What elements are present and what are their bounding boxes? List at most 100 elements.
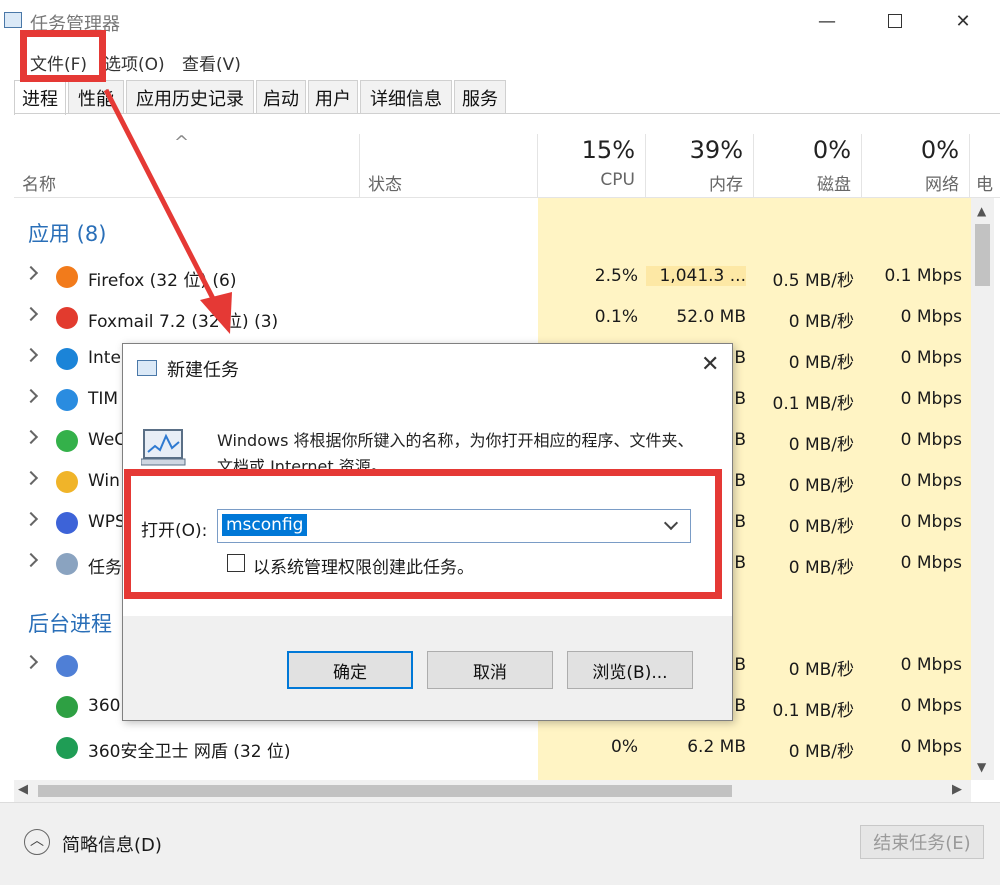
scroll-left-icon[interactable]: ◀ <box>18 782 28 797</box>
cell-net: 0.1 Mbps <box>884 266 962 286</box>
process-name: WPS <box>88 512 126 532</box>
process-name: 360 <box>88 696 121 716</box>
ok-button[interactable]: 确定 <box>287 651 413 689</box>
tab-performance[interactable]: 性能 <box>68 80 124 114</box>
process-name: 360安全卫士 网盾 (32 位) <box>88 742 291 762</box>
cell-disk: 0 MB/秒 <box>788 660 854 680</box>
process-row[interactable]: 360安全卫士 网盾 (32 位) 0% 6.2 MB 0 MB/秒 0 Mbps <box>14 727 971 768</box>
process-row[interactable]: Firefox (32 位) (6) 2.5% 1,041.3 ... 0.5 MB/… <box>14 256 971 297</box>
menu-view[interactable]: 查看(V) <box>182 50 241 75</box>
expand-chevron-icon[interactable] <box>23 388 39 404</box>
tab-divider <box>14 113 1000 114</box>
header-memory[interactable]: 39% 内存 <box>646 134 754 198</box>
cell-net: 0 Mbps <box>900 512 962 532</box>
process-name: Foxmail 7.2 (32 位) (3) <box>88 312 279 332</box>
process-row[interactable]: Foxmail 7.2 (32 位) (3) 0.1% 52.0 MB 0 MB/秒 0… <box>14 297 971 338</box>
header-disk-pct: 0% <box>812 136 851 164</box>
cell-disk: 0 MB/秒 <box>788 476 854 496</box>
header-net-pct: 0% <box>920 136 959 164</box>
maximize-button[interactable] <box>880 8 910 34</box>
expand-chevron-icon[interactable] <box>23 306 39 322</box>
process-name: Inte <box>88 348 121 368</box>
expand-chevron-icon[interactable] <box>23 552 39 568</box>
header-disk[interactable]: 0% 磁盘 <box>754 134 862 198</box>
header-power-label: 电 <box>976 175 993 195</box>
tab-processes[interactable]: 进程 <box>14 80 66 115</box>
cell-net: 0 Mbps <box>900 430 962 450</box>
tab-details[interactable]: 详细信息 <box>360 80 452 114</box>
cell-disk: 0 MB/秒 <box>788 435 854 455</box>
cell-disk: 0.1 MB/秒 <box>772 701 855 721</box>
summary-toggle[interactable]: 简略信息(D) <box>62 831 162 857</box>
expand-chevron-icon[interactable] <box>23 511 39 527</box>
cell-net: 0 Mbps <box>900 696 962 716</box>
process-name: Firefox (32 位) (6) <box>88 271 237 291</box>
cell-disk: 0 MB/秒 <box>788 517 854 537</box>
wechat-icon <box>56 430 78 452</box>
expand-chevron-icon[interactable] <box>23 347 39 363</box>
header-cpu-pct: 15% <box>581 136 635 164</box>
cell-net: 0 Mbps <box>900 471 962 491</box>
tab-services[interactable]: 服务 <box>454 80 506 114</box>
cell-net: 0 Mbps <box>900 553 962 573</box>
dialog-close-icon[interactable]: ✕ <box>701 352 719 377</box>
scroll-thumb[interactable] <box>975 224 990 286</box>
scroll-right-icon[interactable]: ▶ <box>952 782 962 797</box>
browse-button[interactable]: 浏览(B)... <box>567 651 693 689</box>
cancel-button[interactable]: 取消 <box>427 651 553 689</box>
scroll-down-icon[interactable]: ▼ <box>977 760 986 774</box>
cell-mem: 6.2 MB <box>687 737 746 757</box>
hscroll-thumb[interactable] <box>38 785 732 797</box>
firefox-icon <box>56 266 78 288</box>
menu-bar: 文件(F) 选项(O) 查看(V) <box>0 44 1000 76</box>
cell-mem: 1,041.3 ... <box>646 266 746 286</box>
taskmgr-icon <box>56 553 78 575</box>
close-button[interactable]: ✕ <box>948 8 978 34</box>
annotation-highlight-open-field <box>124 469 722 599</box>
tab-startup[interactable]: 启动 <box>256 80 306 114</box>
header-cpu-label: CPU <box>600 170 635 190</box>
header-name[interactable]: ^ 名称 <box>14 132 360 198</box>
ie-icon <box>56 348 78 370</box>
cell-disk: 0.1 MB/秒 <box>772 394 855 414</box>
cell-net: 0 Mbps <box>900 737 962 757</box>
tim-icon <box>56 389 78 411</box>
tab-app-history[interactable]: 应用历史记录 <box>126 80 254 114</box>
cell-disk: 0 MB/秒 <box>788 353 854 373</box>
expand-chevron-icon[interactable] <box>23 429 39 445</box>
header-network[interactable]: 0% 网络 <box>862 134 970 198</box>
minimize-button[interactable]: — <box>812 8 842 34</box>
menu-options[interactable]: 选项(O) <box>104 50 165 75</box>
dialog-app-icon <box>137 360 157 376</box>
shield-icon <box>56 737 78 759</box>
wps-icon <box>56 512 78 534</box>
task-manager-icon <box>4 12 22 28</box>
expand-chevron-icon[interactable] <box>23 654 39 670</box>
vertical-scrollbar[interactable]: ▲ ▼ <box>971 198 994 780</box>
header-status[interactable]: 状态 <box>360 134 538 198</box>
cell-cpu: 0.1% <box>594 307 638 327</box>
header-net-label: 网络 <box>925 175 959 195</box>
header-power[interactable]: 电 <box>970 134 1000 198</box>
horizontal-scrollbar[interactable]: ◀ ▶ <box>14 780 971 802</box>
header-mem-pct: 39% <box>689 136 743 164</box>
cell-disk: 0 MB/秒 <box>788 312 854 332</box>
cell-disk: 0.5 MB/秒 <box>772 271 855 291</box>
end-task-button[interactable]: 结束任务(E) <box>860 825 984 859</box>
expand-chevron-icon[interactable] <box>23 470 39 486</box>
collapse-icon[interactable]: ︿ <box>24 829 50 855</box>
expand-chevron-icon[interactable] <box>23 265 39 281</box>
cell-disk: 0 MB/秒 <box>788 742 854 762</box>
gear-icon <box>56 655 78 677</box>
group-background: 后台进程 <box>28 612 112 636</box>
scroll-up-icon[interactable]: ▲ <box>977 204 986 218</box>
foxmail-icon <box>56 307 78 329</box>
process-name: Win <box>88 471 120 491</box>
folder-icon <box>56 471 78 493</box>
header-cpu[interactable]: 15% CPU <box>538 134 646 198</box>
tab-users[interactable]: 用户 <box>308 80 358 114</box>
annotation-highlight-file-menu <box>20 30 106 82</box>
column-header: ^ 名称 状态 15% CPU 39% 内存 0% 磁盘 0% 网络 电 <box>14 132 1000 198</box>
cell-cpu: 0% <box>611 737 638 757</box>
run-program-icon <box>140 428 187 468</box>
